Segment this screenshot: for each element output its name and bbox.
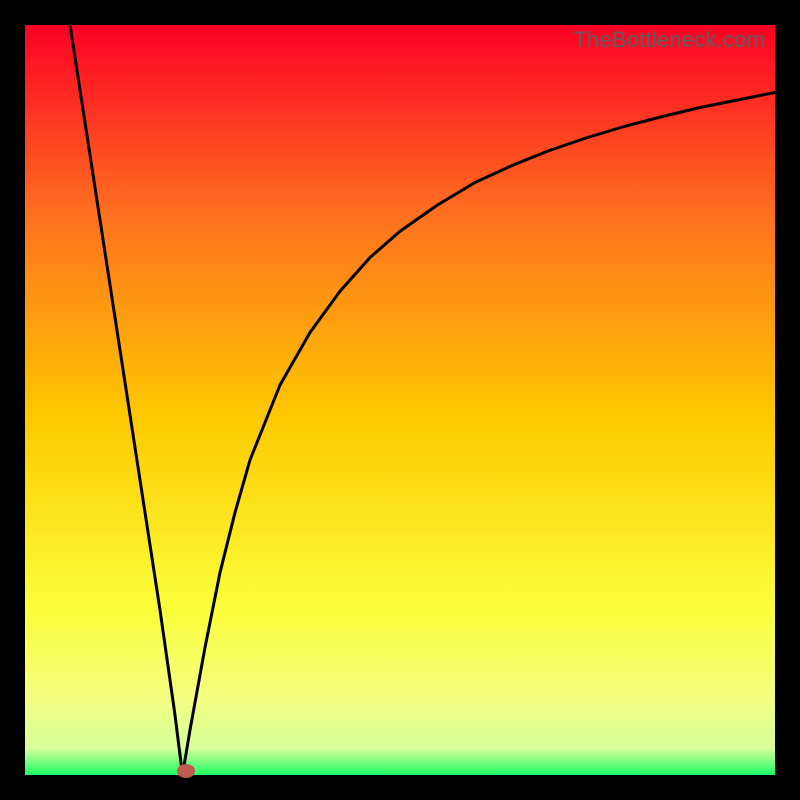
minimum-marker [177, 764, 195, 778]
bottleneck-chart [25, 25, 775, 775]
gradient-background [25, 25, 775, 775]
chart-frame: TheBottleneck.com [25, 25, 775, 775]
watermark-text: TheBottleneck.com [573, 27, 765, 53]
